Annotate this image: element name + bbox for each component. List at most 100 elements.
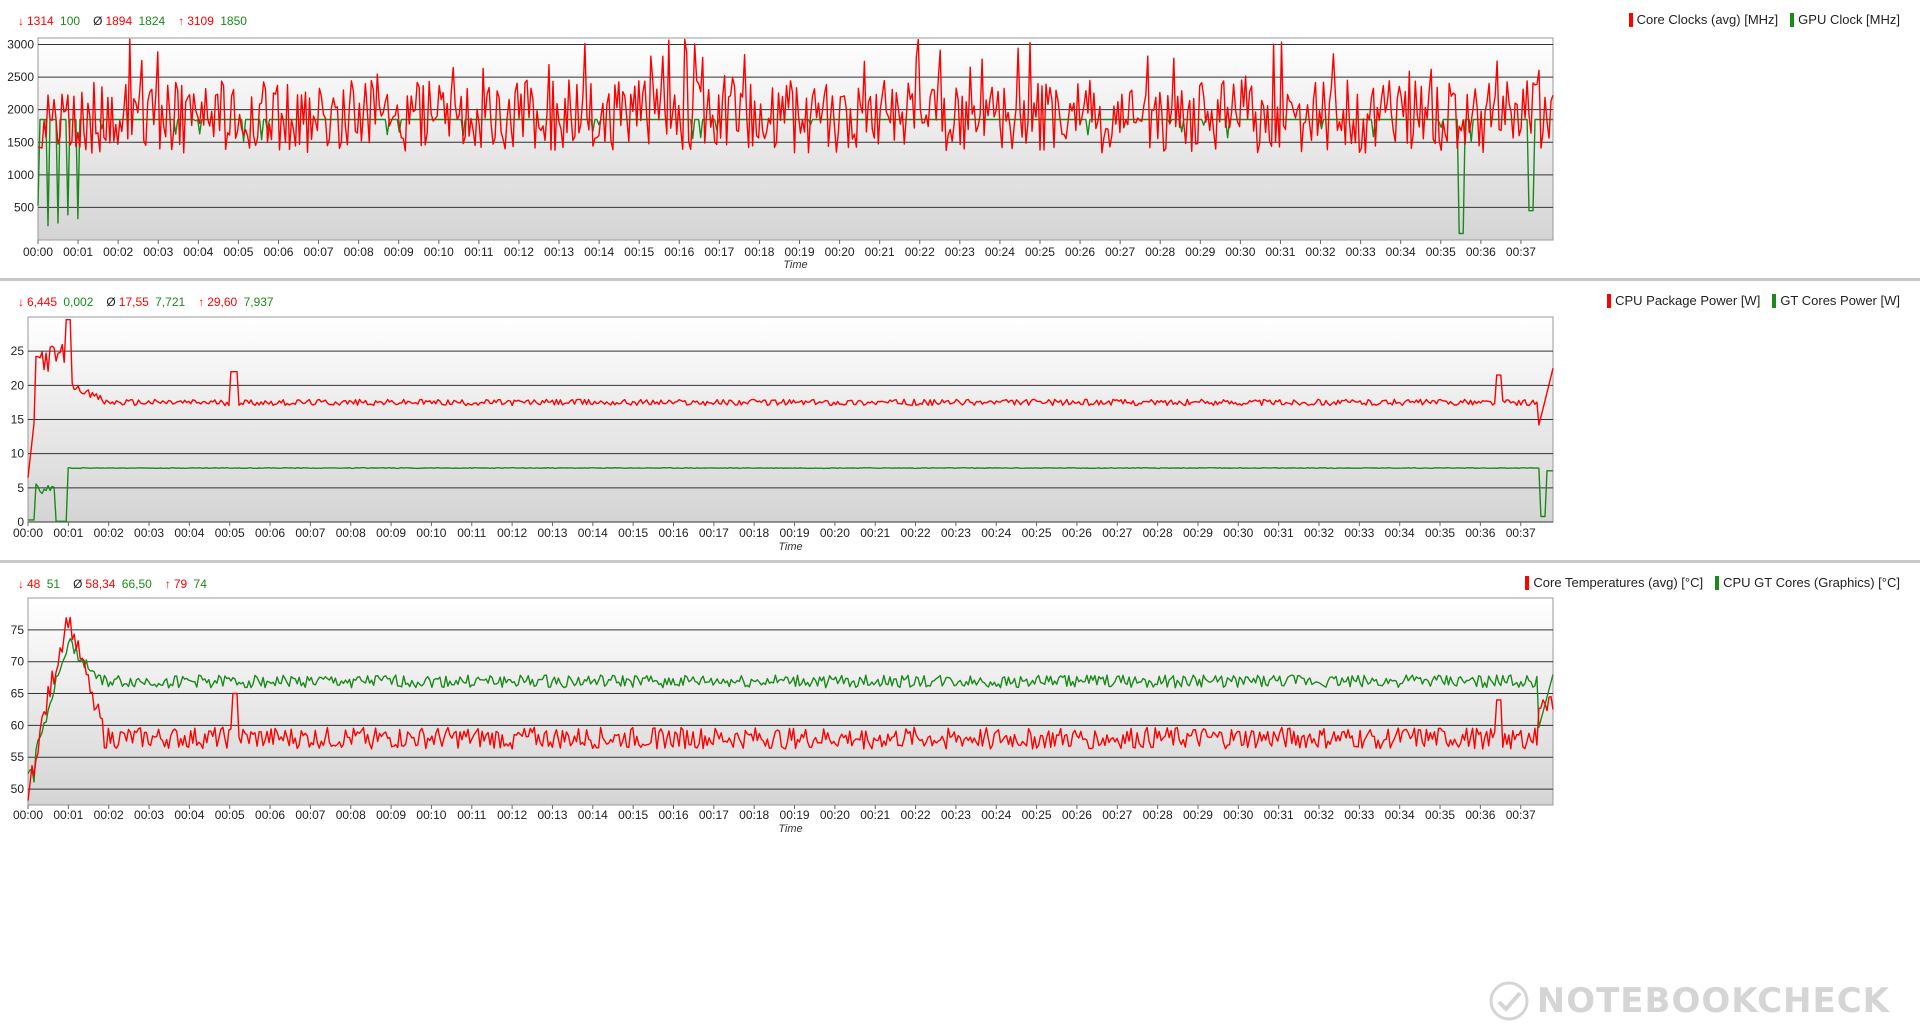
- x-tick-label: 00:01: [63, 245, 93, 259]
- x-tick-label: 00:24: [981, 526, 1011, 540]
- x-tick-label: 00:09: [384, 245, 414, 259]
- x-tick-label: 00:33: [1346, 245, 1376, 259]
- x-tick-label: 00:04: [174, 808, 204, 822]
- x-tick-label: 00:11: [457, 526, 486, 540]
- x-tick-label: 00:12: [497, 808, 527, 822]
- x-tick-label: 00:22: [901, 526, 931, 540]
- x-tick-label: 00:21: [860, 808, 890, 822]
- x-tick-label: 00:23: [941, 808, 971, 822]
- y-tick-label: 2000: [7, 103, 34, 117]
- x-tick-label: 00:04: [174, 526, 204, 540]
- x-tick-label: 00:16: [664, 245, 694, 259]
- x-tick-label: 00:33: [1344, 808, 1374, 822]
- x-tick-label: 00:29: [1183, 526, 1213, 540]
- notebookcheck-logo-icon: [1489, 981, 1529, 1021]
- x-tick-label: 00:12: [497, 526, 527, 540]
- watermark: NOTEBOOKCHECK: [1489, 981, 1890, 1021]
- plot-background: [27, 597, 1554, 806]
- x-tick-label: 00:19: [780, 526, 810, 540]
- x-tick-label: 00:37: [1506, 245, 1536, 259]
- x-tick-label: 00:11: [457, 808, 486, 822]
- x-tick-label: 00:34: [1385, 526, 1415, 540]
- x-tick-label: 00:17: [704, 245, 734, 259]
- x-tick-label: 00:30: [1225, 245, 1255, 259]
- x-tick-label: 00:33: [1344, 526, 1374, 540]
- x-tick-label: 00:07: [295, 808, 325, 822]
- x-tick-label: 00:26: [1065, 245, 1095, 259]
- x-tick-label: 00:31: [1264, 526, 1294, 540]
- y-tick-label: 75: [11, 623, 25, 637]
- x-tick-label: 00:26: [1062, 526, 1092, 540]
- x-tick-label: 00:37: [1506, 526, 1536, 540]
- y-tick-label: 65: [11, 687, 25, 701]
- x-tick-label: 00:18: [744, 245, 774, 259]
- x-tick-label: 00:19: [780, 808, 810, 822]
- x-axis-label: Time: [778, 541, 802, 553]
- x-tick-label: 00:00: [13, 808, 43, 822]
- x-tick-label: 00:28: [1143, 808, 1173, 822]
- y-tick-label: 1500: [7, 135, 34, 149]
- x-tick-label: 00:03: [143, 245, 173, 259]
- y-tick-label: 70: [11, 655, 25, 669]
- x-tick-label: 00:24: [981, 808, 1011, 822]
- x-tick-label: 00:00: [23, 245, 53, 259]
- x-tick-label: 00:14: [578, 808, 608, 822]
- x-tick-label: 00:35: [1425, 526, 1455, 540]
- x-tick-label: 00:10: [416, 526, 446, 540]
- x-tick-label: 00:17: [699, 808, 729, 822]
- x-tick-label: 00:06: [255, 808, 285, 822]
- x-tick-label: 00:13: [544, 245, 574, 259]
- x-tick-label: 00:22: [901, 808, 931, 822]
- x-tick-label: 00:23: [941, 526, 971, 540]
- x-tick-label: 00:03: [134, 526, 164, 540]
- x-tick-label: 00:29: [1183, 808, 1213, 822]
- x-tick-label: 00:02: [103, 245, 133, 259]
- x-tick-label: 00:20: [820, 526, 850, 540]
- x-tick-label: 00:31: [1265, 245, 1295, 259]
- chart-plot-temperatures: 50 55 60 65 70 75 00:00 00:01 00:02 00:03 00:04 00:…: [11, 597, 1554, 835]
- x-tick-label: 00:06: [263, 245, 293, 259]
- y-tick-label: 20: [11, 378, 25, 392]
- y-tick-label: 60: [11, 718, 25, 732]
- chart-plot-power: 051015202500:00 00:01 00:02 00:03 00:04 00:05…: [11, 316, 1554, 553]
- x-tick-label: 00:37: [1506, 808, 1536, 822]
- x-tick-label: 00:16: [658, 526, 688, 540]
- x-tick-label: 00:09: [376, 808, 406, 822]
- x-tick-label: 00:21: [865, 245, 895, 259]
- x-tick-label: 00:13: [537, 808, 567, 822]
- x-tick-label: 00:20: [820, 808, 850, 822]
- x-tick-label: 00:17: [699, 526, 729, 540]
- x-tick-label: 00:28: [1145, 245, 1175, 259]
- x-tick-label: 00:32: [1304, 808, 1334, 822]
- y-tick-label: 10: [11, 447, 25, 461]
- y-tick-label: 50: [11, 782, 25, 796]
- x-tick-label: 00:19: [784, 245, 814, 259]
- y-tick-label: 5: [17, 481, 24, 495]
- x-tick-label: 00:02: [94, 526, 124, 540]
- x-tick-label: 00:29: [1185, 245, 1215, 259]
- x-tick-label: 00:36: [1465, 808, 1495, 822]
- x-tick-label: 00:14: [578, 526, 608, 540]
- y-tick-label: 500: [14, 200, 34, 214]
- y-tick-label: 25: [11, 344, 25, 358]
- x-tick-label: 00:27: [1105, 245, 1135, 259]
- x-tick-label: 00:04: [183, 245, 213, 259]
- x-tick-label: 00:18: [739, 808, 769, 822]
- x-tick-label: 00:02: [94, 808, 124, 822]
- x-tick-label: 00:13: [537, 526, 567, 540]
- x-tick-label: 00:11: [464, 245, 493, 259]
- x-tick-label: 00:07: [295, 526, 325, 540]
- x-tick-label: 00:36: [1466, 245, 1496, 259]
- chart-panel-power: ↓ 6,445 0,002 Ø 17,55 7,721 ↑ 29,60 7,937 C…: [0, 281, 1920, 560]
- chart-plot-clocks: 500 1000 1500 2000 2500 3000 00:00 00:01 00:02 00…: [7, 37, 1554, 271]
- x-tick-label: 00:03: [134, 808, 164, 822]
- x-tick-label: 00:26: [1062, 808, 1092, 822]
- x-tick-label: 00:15: [618, 808, 648, 822]
- x-tick-label: 00:31: [1264, 808, 1294, 822]
- x-tick-label: 00:32: [1306, 245, 1336, 259]
- y-tick-label: 1000: [7, 168, 34, 182]
- x-tick-label: 00:21: [860, 526, 890, 540]
- x-tick-label: 00:28: [1143, 526, 1173, 540]
- x-tick-label: 00:34: [1385, 808, 1415, 822]
- x-tick-label: 00:30: [1223, 526, 1253, 540]
